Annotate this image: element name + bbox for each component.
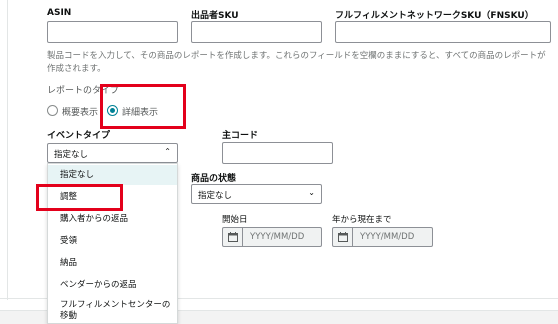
asin-label: ASIN	[47, 8, 72, 18]
product-condition-label: 商品の状態	[191, 174, 237, 184]
product-condition-value: 指定なし	[198, 191, 233, 201]
event-type-value: 指定なし	[54, 150, 89, 160]
radio-summary-label[interactable]: 概要表示	[62, 105, 98, 118]
chevron-down-icon: ⌄	[308, 188, 315, 197]
start-date-input[interactable]: YYYY/MM/DD	[222, 227, 322, 247]
sku-label: 出品者SKU	[191, 11, 239, 21]
end-date-placeholder: YYYY/MM/DD	[360, 232, 415, 242]
chevron-up-icon: ⌃	[164, 147, 171, 156]
start-date-label: 開始日	[222, 215, 248, 225]
highlight-box-detail	[100, 84, 186, 129]
card-left-edge	[0, 0, 8, 300]
end-date-label: 年から現在まで	[332, 215, 392, 225]
event-type-label: イベントタイプ	[47, 131, 111, 141]
fnsku-label: フルフィルメントネットワークSKU（FNSKU）	[335, 11, 534, 21]
dropdown-option[interactable]: ベンダーからの返品	[48, 280, 177, 290]
dropdown-option[interactable]: 納品	[48, 258, 177, 268]
dropdown-option[interactable]: 購入者からの返品	[48, 214, 177, 224]
start-date-placeholder: YYYY/MM/DD	[250, 232, 305, 242]
end-date-input[interactable]: YYYY/MM/DD	[332, 227, 433, 247]
dropdown-option[interactable]: 指定なし	[48, 165, 177, 185]
fnsku-input[interactable]	[335, 21, 551, 43]
radio-summary[interactable]	[47, 105, 58, 116]
dropdown-option[interactable]: 受領	[48, 236, 177, 246]
event-type-select[interactable]: 指定なし ⌃	[47, 143, 178, 163]
highlight-box-adjustment	[36, 184, 123, 211]
help-text: 製品コードを入力して、その商品のレポートを作成します。これらのフィールドを空欄の…	[47, 51, 546, 74]
main-code-label: 主コード	[222, 131, 259, 141]
product-condition-select[interactable]: 指定なし ⌄	[191, 184, 322, 204]
sku-input[interactable]	[191, 21, 322, 43]
main-code-input[interactable]	[222, 142, 333, 164]
asin-input[interactable]	[47, 21, 178, 43]
calendar-icon	[333, 228, 353, 246]
calendar-icon	[223, 228, 243, 246]
dropdown-option[interactable]: フルフィルメントセンターの移動	[48, 300, 173, 322]
